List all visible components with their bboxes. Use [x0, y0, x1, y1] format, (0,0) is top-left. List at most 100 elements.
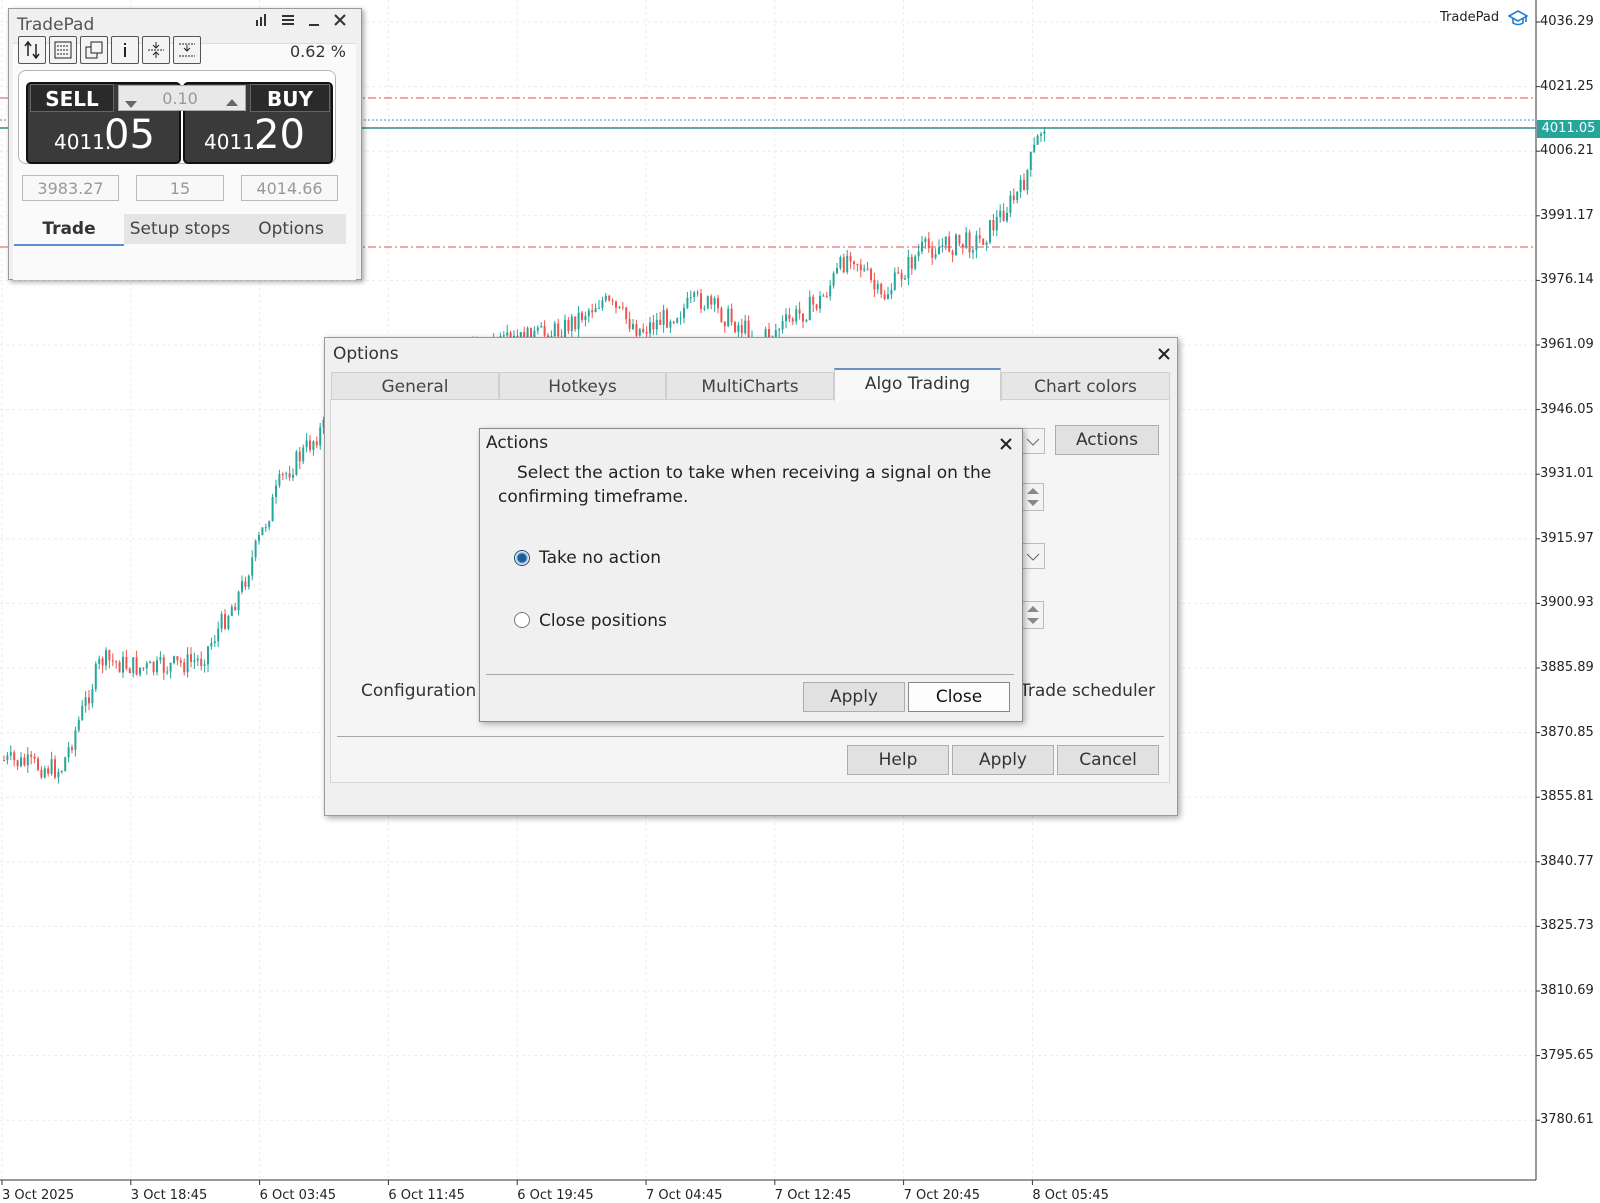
candle-body [227, 615, 230, 629]
cancel-button[interactable]: Cancel [1057, 745, 1159, 775]
candle-body [883, 294, 886, 299]
candle-body [1040, 133, 1042, 136]
candle-body [917, 251, 920, 257]
candle-body [662, 309, 665, 325]
help-button[interactable]: Help [847, 745, 949, 775]
candle-body [1023, 179, 1025, 190]
candle-body [995, 216, 998, 231]
candle-body [798, 309, 801, 314]
apply-button[interactable]: Apply [952, 745, 1054, 775]
candle-body [669, 321, 672, 328]
candle-body [210, 643, 213, 647]
candle-body [608, 295, 611, 301]
expand-levels-icon[interactable] [142, 36, 170, 64]
configuration-label[interactable]: Configuration [361, 681, 476, 701]
tab-algo-trading[interactable]: Algo Trading [834, 368, 1001, 401]
time-tick-label: 7 Oct 04:45 [646, 1188, 723, 1203]
candle-body [713, 298, 716, 305]
candle-body [577, 312, 580, 330]
dropdown-toggle[interactable] [1021, 428, 1045, 454]
volume-up-icon[interactable] [225, 92, 239, 111]
tab-chart-colors[interactable]: Chart colors [1001, 372, 1170, 400]
candle-body [941, 245, 944, 248]
candle-body [1036, 135, 1039, 145]
volume-down-icon[interactable] [124, 94, 138, 113]
candle-body [625, 307, 628, 320]
info-icon[interactable] [111, 36, 139, 64]
tab-setup-stops[interactable]: Setup stops [124, 214, 236, 244]
candle-body [230, 606, 233, 616]
close-icon[interactable] [1157, 340, 1171, 366]
candle-body [805, 320, 808, 322]
menu-icon[interactable] [279, 13, 297, 31]
dropdown-toggle-2[interactable] [1021, 543, 1045, 569]
candle-body [64, 757, 67, 772]
candle-body [666, 309, 668, 328]
separator [337, 736, 1164, 737]
tab-trade[interactable]: Trade [14, 214, 124, 246]
candle-body [128, 668, 131, 674]
close-icon[interactable] [999, 430, 1013, 456]
candle-body [978, 235, 981, 239]
candle-body [536, 327, 539, 331]
actions-apply-button[interactable]: Apply [803, 682, 905, 712]
candle-body [176, 656, 179, 661]
collapse-levels-icon[interactable] [173, 36, 201, 64]
candle-body [162, 657, 165, 673]
candle-body [907, 257, 910, 279]
candle-body [108, 650, 111, 661]
tab-multicharts[interactable]: MultiCharts [666, 372, 834, 400]
stop-loss-field[interactable]: 3983.27 [22, 175, 119, 201]
price-tick-label: 4036.29 [1540, 14, 1594, 29]
spread-field[interactable]: 15 [136, 175, 224, 201]
minimize-icon[interactable] [305, 13, 323, 31]
candle-body [866, 268, 869, 270]
actions-button[interactable]: Actions [1055, 425, 1159, 455]
radio-take-no-action[interactable] [514, 550, 530, 566]
candle-body [825, 295, 828, 297]
current-price-label: 4011.05 [1537, 120, 1600, 138]
candle-body [890, 289, 893, 295]
candle-body [689, 297, 692, 299]
signal-bars-icon[interactable] [253, 13, 271, 31]
tab-options[interactable]: Options [236, 214, 346, 244]
close-icon[interactable] [331, 13, 349, 31]
radio-close-positions[interactable] [514, 612, 530, 628]
close-positions-label[interactable]: Close positions [539, 611, 667, 631]
trade-scheduler-label[interactable]: Trade scheduler [1020, 681, 1155, 701]
spinner-2[interactable] [1022, 601, 1044, 629]
actions-close-button[interactable]: Close [908, 682, 1010, 712]
time-tick-label: 8 Oct 05:45 [1032, 1188, 1109, 1203]
order-list-icon[interactable] [49, 36, 77, 64]
candle-body [125, 656, 128, 669]
take-profit-field[interactable]: 4014.66 [241, 175, 338, 201]
candle-body [3, 760, 5, 761]
candle-body [730, 308, 733, 323]
candle-body [258, 535, 260, 541]
spinner-1[interactable] [1022, 483, 1044, 511]
candle-body [302, 447, 305, 462]
price-tick-label: 3780.61 [1540, 1112, 1594, 1128]
candle-body [9, 752, 12, 756]
candle-body [1016, 191, 1019, 201]
price-tick-label: 3991.17 [1540, 207, 1594, 223]
windows-icon[interactable] [80, 36, 108, 64]
buy-label[interactable]: BUY [250, 84, 330, 112]
candle-body [268, 521, 271, 528]
candle-body [958, 234, 961, 244]
time-tick-label: 6 Oct 03:45 [259, 1188, 337, 1203]
candle-body [785, 314, 787, 322]
candle-body [312, 441, 315, 451]
candle-body [67, 747, 70, 758]
sell-label[interactable]: SELL [30, 84, 114, 112]
time-tick-label: 7 Oct 12:45 [774, 1188, 852, 1203]
buy-price-pips: 20 [254, 112, 305, 158]
tab-general[interactable]: General [331, 372, 499, 400]
candle-body [574, 316, 577, 330]
graduation-cap-icon[interactable] [1508, 8, 1528, 28]
candle-body [982, 238, 985, 245]
tab-hotkeys[interactable]: Hotkeys [499, 372, 666, 400]
candle-body [16, 760, 19, 767]
reverse-icon[interactable] [18, 36, 46, 64]
take-no-action-label[interactable]: Take no action [539, 548, 661, 568]
